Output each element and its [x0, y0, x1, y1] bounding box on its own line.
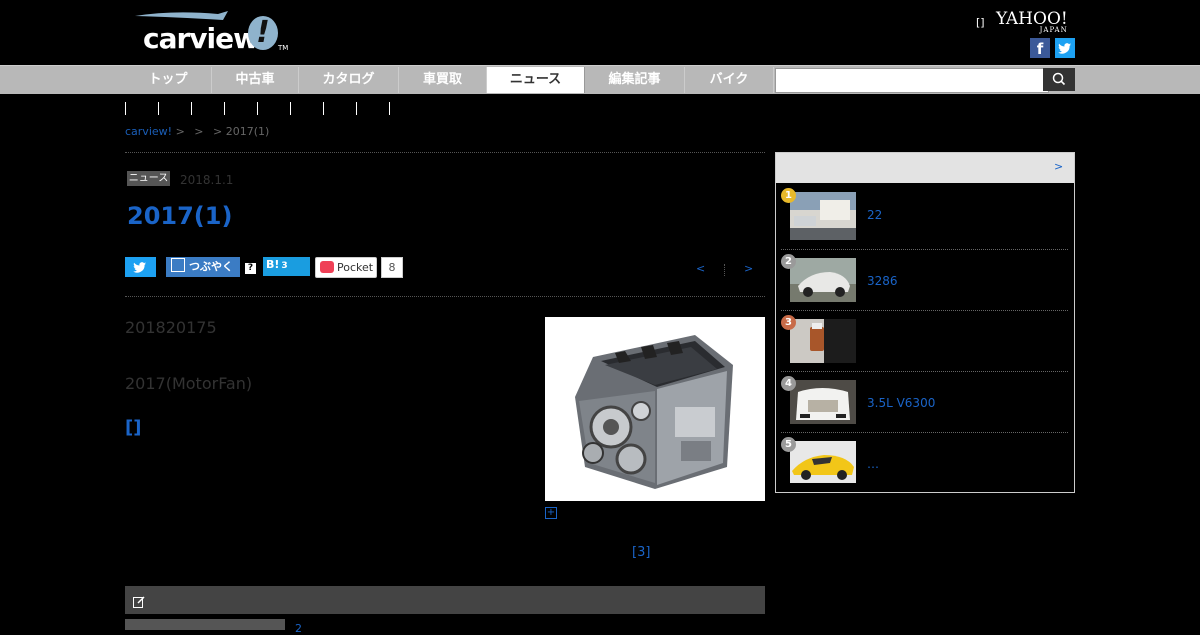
divider [781, 371, 1068, 372]
rank-badge: 5 [781, 437, 796, 452]
photo-count-link[interactable]: [3] [632, 545, 650, 560]
divider [125, 296, 765, 297]
engine-image [545, 317, 765, 501]
nav-item-catalog[interactable]: カタログ [299, 67, 399, 93]
ranking-thumbnail[interactable] [790, 192, 856, 240]
carview-logo[interactable]: carview ! TM [133, 8, 293, 56]
rank-badge: 4 [781, 376, 796, 391]
ranking-title[interactable]: 22 [867, 208, 882, 222]
facebook-letter: f [1036, 40, 1044, 58]
breadcrumb-current: 2017(1) [225, 125, 270, 138]
nav-item-bike[interactable]: バイク [685, 67, 774, 93]
prev-article-link[interactable]: < [696, 262, 705, 275]
subnav-item[interactable] [356, 102, 357, 115]
nav-item-news[interactable]: ニュース [487, 67, 585, 93]
ranking-item[interactable]: 3 [776, 315, 1074, 376]
divider [781, 249, 1068, 250]
next-article-link[interactable]: > [744, 262, 753, 275]
article-body-link[interactable]: [] [125, 417, 141, 438]
twitter-icon [133, 262, 146, 273]
help-icon[interactable]: ? [245, 263, 256, 274]
nav-item-editorial[interactable]: 編集記事 [585, 67, 685, 93]
hatena-bookmark-button[interactable]: B! 3 [263, 257, 310, 276]
breadcrumb-sep: > [194, 125, 204, 138]
pocket-share-button[interactable]: Pocket [315, 257, 377, 278]
yahoo-japan-logo[interactable]: YAHOO! JAPAN [996, 11, 1068, 35]
nav-item-car-buy[interactable]: 車買取 [399, 67, 487, 93]
related-link[interactable]: 2 [295, 622, 302, 635]
ranking-title[interactable]: 3.5L V6300 [867, 396, 935, 410]
pocket-icon [320, 261, 334, 273]
ranking-thumbnail[interactable] [790, 380, 856, 428]
ranking-title[interactable]: … [867, 457, 879, 471]
subnav-item[interactable] [191, 102, 192, 115]
tsubuyaku-icon [171, 258, 185, 272]
ranking-title[interactable]: 3286 [867, 274, 898, 288]
subnav-item[interactable] [323, 102, 324, 115]
nav-item-top[interactable]: トップ [125, 67, 212, 93]
breadcrumb-sep: > [213, 125, 223, 138]
facebook-icon[interactable]: f [1030, 38, 1050, 58]
edit-icon [133, 593, 145, 608]
category-badge[interactable]: ニュース総合 [127, 171, 170, 186]
divider [781, 432, 1068, 433]
subnav-item[interactable] [125, 102, 126, 115]
article-source: 2017(MotorFan) [125, 374, 253, 393]
breadcrumb-sep: > [175, 125, 185, 138]
logo-exclamation: ! [248, 16, 278, 50]
nav-item-used-cars[interactable]: 中古車 [212, 67, 299, 93]
header-link[interactable]: [] [976, 16, 985, 29]
ranking-item[interactable]: 5 … [776, 437, 1074, 498]
search-button[interactable] [1043, 68, 1075, 91]
ranking-thumbnail[interactable] [790, 441, 856, 489]
rank-badge: 3 [781, 315, 796, 330]
twitter-bird-icon [1058, 43, 1071, 54]
subnav-item[interactable] [290, 102, 291, 115]
engine-photo[interactable] [545, 317, 765, 501]
subnav-item[interactable] [257, 102, 258, 115]
hatena-icon: B! [266, 258, 280, 271]
ranking-thumbnail[interactable] [790, 258, 856, 306]
article-lead: 201820175 [125, 318, 217, 337]
rank-badge: 2 [781, 254, 796, 269]
ranking-header [776, 153, 1074, 183]
subnav-item[interactable] [389, 102, 390, 115]
tsubuyaku-share-button[interactable]: つぶやく [166, 257, 240, 277]
related-header-bar [125, 586, 765, 614]
subnav-item[interactable] [158, 102, 159, 115]
pocket-label: Pocket [337, 261, 374, 274]
pager-divider [724, 264, 726, 276]
rank-badge: 1 [781, 188, 796, 203]
ranking-item[interactable]: 1 22 [776, 188, 1074, 249]
ranking-thumbnail[interactable] [790, 319, 856, 367]
ranking-more-link[interactable]: > [1054, 160, 1063, 173]
related-thumbnail[interactable] [125, 619, 285, 630]
breadcrumb-home[interactable]: carview! [125, 125, 172, 138]
pocket-count: 8 [381, 257, 403, 278]
tsubuyaku-label: つぶやく [189, 260, 233, 273]
divider [125, 152, 765, 153]
ranking-item[interactable]: 4 3.5L V6300 [776, 376, 1074, 437]
ranking-item[interactable]: 2 3286 [776, 254, 1074, 315]
divider [781, 310, 1068, 311]
logo-trademark: TM [278, 44, 289, 52]
twitter-icon[interactable] [1055, 38, 1075, 58]
article-title: 2017(1) [127, 202, 233, 230]
search-icon [1052, 72, 1066, 86]
article-date: 2018.1.1 [180, 173, 234, 187]
logo-wordmark: carview [143, 22, 259, 55]
breadcrumb: carview! > > > 2017(1) [125, 125, 269, 138]
hatena-count: 3 [281, 261, 288, 271]
search-input[interactable] [775, 68, 1049, 93]
zoom-icon[interactable]: + [545, 507, 557, 519]
subnav-item[interactable] [224, 102, 225, 115]
twitter-share-button[interactable] [125, 257, 156, 277]
